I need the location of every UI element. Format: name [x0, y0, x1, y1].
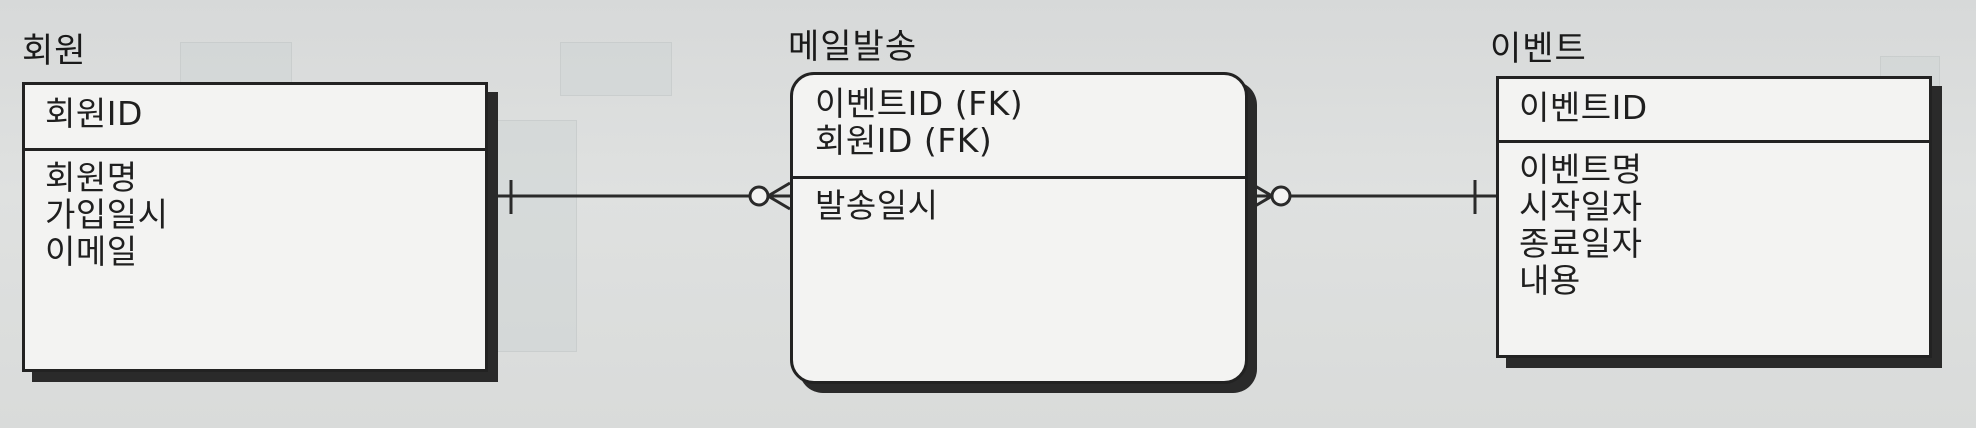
member-entity-title: 회원 [22, 31, 87, 71]
mail-zero-circle-left [748, 185, 770, 207]
background-faded-box-2 [560, 42, 672, 96]
mail-crow-foot-left-top [767, 181, 791, 198]
mail-attribute-sent-at: 발송일시 [815, 186, 939, 225]
mail-key-attribute-member-id: 회원ID (FK) [815, 121, 993, 160]
member-attribute-name: 회원명 [45, 158, 138, 197]
mail-crow-foot-left-bottom [767, 194, 791, 211]
mail-key-section: 이벤트ID (FK) 회원ID (FK) [793, 75, 1245, 179]
event-attribute-content: 내용 [1519, 261, 1581, 300]
erd-page: 회원 회원ID 회원명 가입일시 이메일 메일발송 이벤트ID (FK) 회원I… [0, 0, 1976, 428]
mail-entity-box[interactable]: 이벤트ID (FK) 회원ID (FK) 발송일시 [790, 72, 1248, 384]
mail-zero-circle-right [1270, 185, 1292, 207]
event-attribute-end-date: 종료일자 [1519, 224, 1643, 263]
mail-attribute-section: 발송일시 [793, 179, 1245, 381]
event-entity-title: 이벤트 [1490, 29, 1587, 69]
member-key-attribute: 회원ID [45, 94, 143, 133]
member-attribute-joined-at: 가입일시 [45, 195, 169, 234]
member-attribute-email: 이메일 [45, 232, 138, 271]
event-key-section: 이벤트ID [1499, 79, 1929, 143]
member-attribute-section: 회원명 가입일시 이메일 [25, 151, 485, 369]
event-key-attribute: 이벤트ID [1519, 88, 1648, 127]
mail-crow-foot-right-bottom [1249, 194, 1273, 211]
event-entity-box[interactable]: 이벤트ID 이벤트명 시작일자 종료일자 내용 [1496, 76, 1932, 358]
event-attribute-start-date: 시작일자 [1519, 187, 1643, 226]
mail-entity-title: 메일발송 [788, 27, 918, 67]
event-attribute-section: 이벤트명 시작일자 종료일자 내용 [1499, 143, 1929, 355]
member-key-section: 회원ID [25, 85, 485, 151]
mail-key-attribute-event-id: 이벤트ID (FK) [815, 84, 1024, 123]
event-attribute-name: 이벤트명 [1519, 150, 1643, 189]
mail-crow-foot-right-top [1249, 181, 1273, 198]
member-entity-box[interactable]: 회원ID 회원명 가입일시 이메일 [22, 82, 488, 372]
